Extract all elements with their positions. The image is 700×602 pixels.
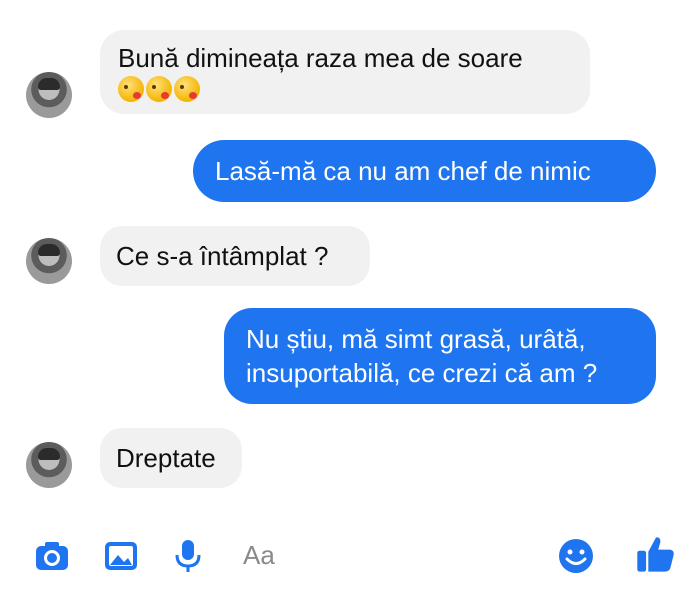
incoming-message-bubble[interactable]: Dreptate bbox=[100, 428, 242, 488]
kiss-face-emoji-icon bbox=[174, 76, 200, 102]
incoming-message-bubble[interactable]: Ce s-a întâmplat ? bbox=[100, 226, 370, 286]
kiss-face-emoji-icon bbox=[118, 76, 144, 102]
camera-icon[interactable] bbox=[32, 536, 72, 576]
message-text: Bună dimineața raza mea de soare bbox=[118, 43, 523, 73]
message-text: Dreptate bbox=[116, 443, 216, 473]
sender-avatar[interactable] bbox=[26, 238, 72, 284]
kiss-face-emoji-icon bbox=[146, 76, 172, 102]
sender-avatar[interactable] bbox=[26, 72, 72, 118]
microphone-icon[interactable] bbox=[168, 536, 208, 576]
message-input-placeholder[interactable]: Aa bbox=[243, 538, 275, 572]
message-composer: Aa bbox=[0, 520, 700, 590]
message-text: Ce s-a întâmplat ? bbox=[116, 241, 329, 271]
incoming-message-bubble[interactable]: Bună dimineața raza mea de soare bbox=[100, 30, 590, 114]
emoji-icon[interactable] bbox=[556, 536, 596, 576]
message-text-line-1: Nu știu, mă simt grasă, urâtă, bbox=[246, 324, 586, 354]
outgoing-message-bubble[interactable]: Lasă-mă ca nu am chef de nimic bbox=[193, 140, 656, 202]
sender-avatar[interactable] bbox=[26, 442, 72, 488]
outgoing-message-bubble[interactable]: Nu știu, mă simt grasă, urâtă, insuporta… bbox=[224, 308, 656, 404]
message-text: Lasă-mă ca nu am chef de nimic bbox=[215, 156, 591, 186]
emoji-group bbox=[118, 76, 572, 102]
thumbs-up-icon[interactable] bbox=[634, 532, 678, 576]
message-text-line-2: insuportabilă, ce crezi că am ? bbox=[246, 358, 598, 388]
image-icon[interactable] bbox=[101, 536, 141, 576]
